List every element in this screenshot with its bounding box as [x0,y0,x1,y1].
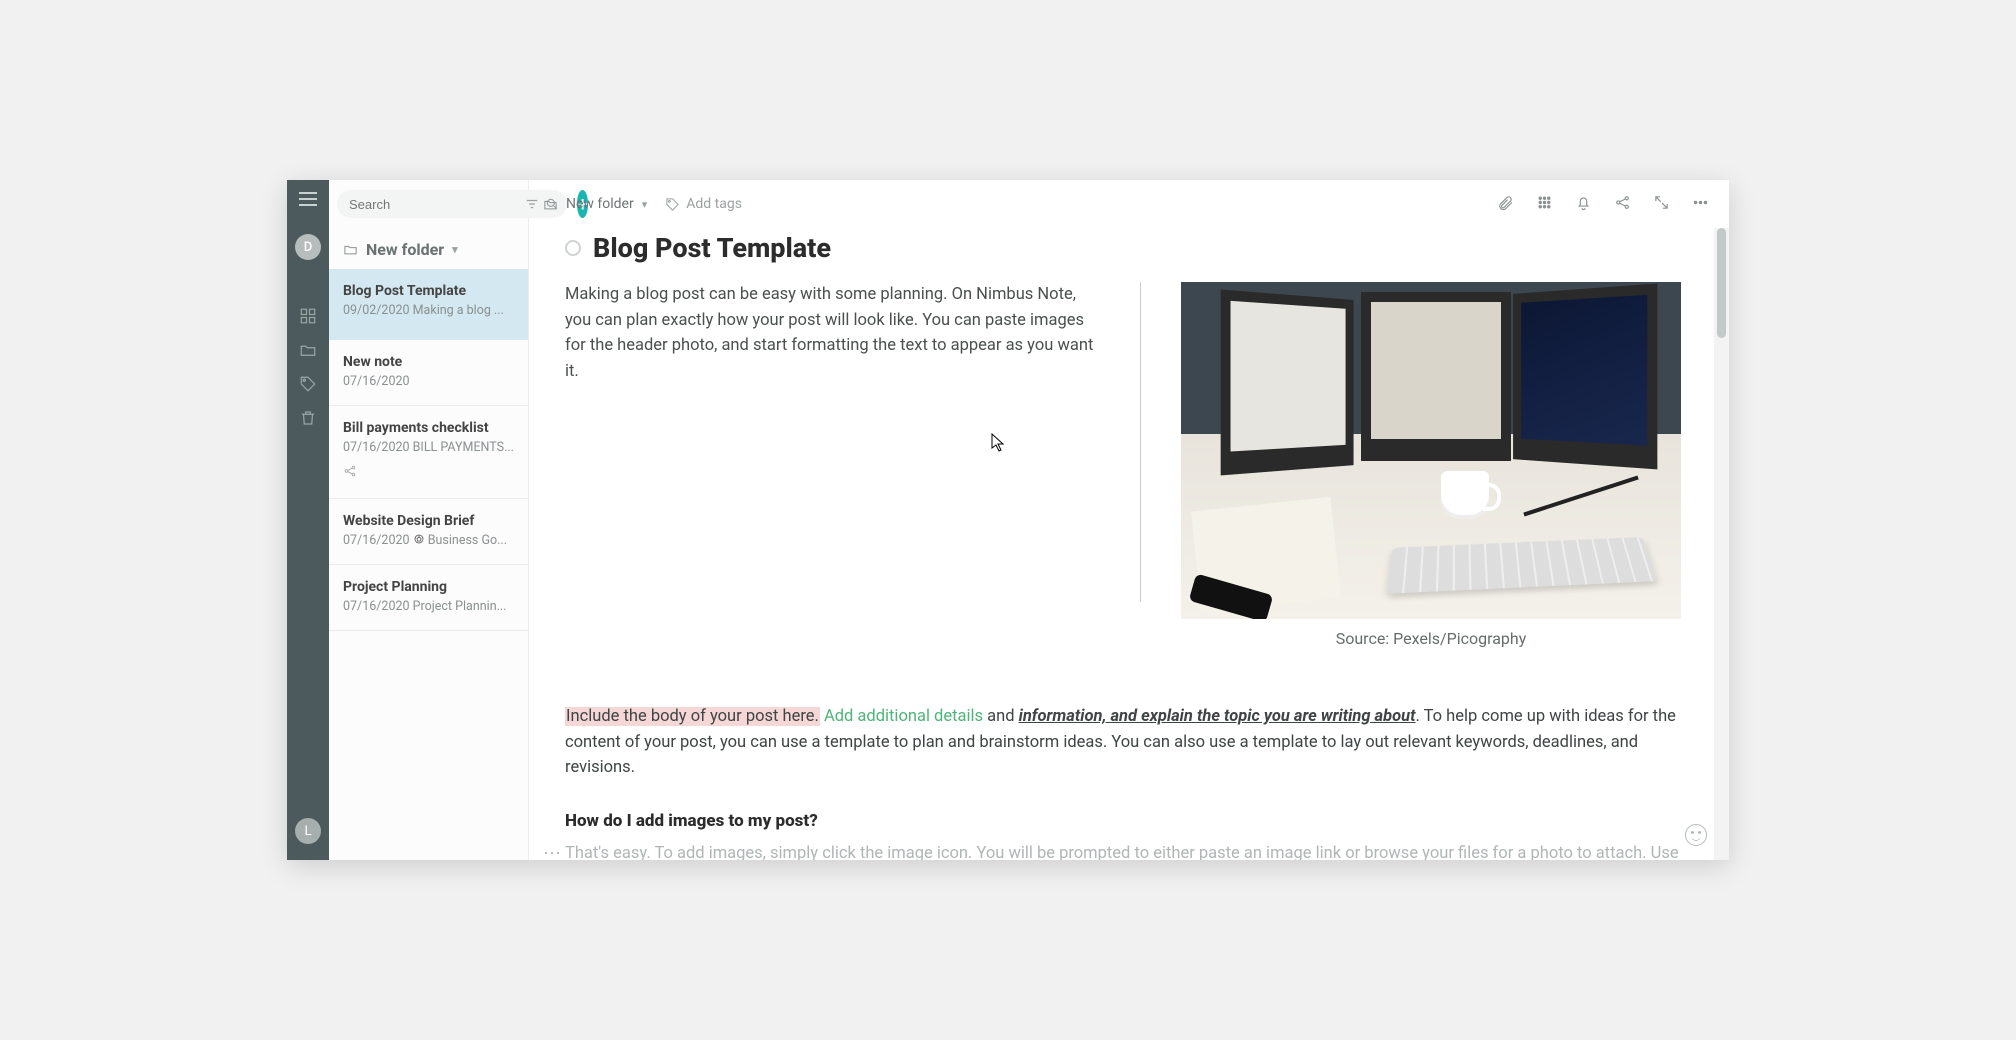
body-paragraph[interactable]: Include the body of your post here. Add … [565,704,1681,781]
drag-handle-icon[interactable]: ⋯ [543,843,563,860]
chevron-down-icon: ▾ [642,198,648,211]
editor-main: New folder ▾ Add tags Blog Post Template [529,180,1729,860]
editor-toolbar: New folder ▾ Add tags [529,180,1729,228]
faded-paragraph[interactable]: That's easy. To add images, simply click… [565,841,1681,860]
add-tags-button[interactable]: Add tags [665,196,742,212]
note-list-item[interactable]: Blog Post Template 09/02/2020 Making a b… [329,269,528,340]
document-body[interactable]: Blog Post Template Making a blog post ca… [529,228,1729,860]
notes-sidebar: + New folder ▾ Blog Post Template 09/02/… [329,180,529,860]
add-tags-label: Add tags [686,196,742,212]
breadcrumb-label: New folder [566,196,634,212]
grid-icon[interactable] [1536,194,1553,215]
note-list-item[interactable]: Project Planning 07/16/2020 Project Plan… [329,565,528,631]
shared-icon [343,463,516,482]
folder-icon[interactable] [296,338,320,362]
chevron-down-icon: ▾ [452,243,458,256]
section-heading[interactable]: How do I add images to my post? [565,811,1681,831]
hamburger-menu[interactable] [299,192,317,206]
note-meta: 07/16/2020 Business Go... [343,533,516,548]
emphasis-text: information, and explain the topic you a… [1019,707,1416,726]
note-title: New note [343,354,516,370]
dashboard-icon[interactable] [296,304,320,328]
emoji-button[interactable] [1685,824,1707,846]
note-meta: 07/16/2020 BILL PAYMENTS... [343,440,516,455]
scrollbar-thumb[interactable] [1717,228,1726,338]
share-icon[interactable] [1614,194,1631,215]
nav-rail: D L [287,180,329,860]
folder-small-icon [343,242,358,257]
page-title[interactable]: Blog Post Template [593,232,831,264]
note-list-item[interactable]: Website Design Brief 07/16/2020 Business… [329,499,528,565]
scrollbar[interactable] [1714,228,1729,860]
attachment-icon[interactable] [1497,194,1514,215]
column-separator [1140,282,1141,602]
note-meta: 07/16/2020 [343,374,516,389]
expand-icon[interactable] [1653,194,1670,215]
note-title: Blog Post Template [343,283,516,299]
trash-icon[interactable] [296,406,320,430]
highlight-green: Add additional details [820,707,983,726]
folder-name: New folder [366,240,444,259]
highlight-pink: Include the body of your post here. [565,707,820,726]
tag-icon[interactable] [296,372,320,396]
app-window: D L + New folder ▾ [287,180,1729,860]
header-image[interactable] [1181,282,1681,619]
bell-icon[interactable] [1575,194,1592,215]
tag-small-icon [665,197,680,212]
workspace-avatar[interactable]: D [295,234,321,260]
soccer-icon [413,533,425,545]
note-meta: 07/16/2020 Project Plannin... [343,599,516,614]
user-avatar[interactable]: L [295,818,321,844]
note-title: Bill payments checklist [343,420,516,436]
note-list-item[interactable]: New note 07/16/2020 [329,340,528,406]
folder-small-icon [543,197,558,212]
note-list-item[interactable]: Bill payments checklist 07/16/2020 BILL … [329,406,528,499]
more-icon[interactable] [1692,194,1709,215]
intro-paragraph[interactable]: Making a blog post can be easy with some… [565,282,1100,648]
task-checkbox[interactable] [565,240,581,256]
note-title: Website Design Brief [343,513,516,529]
breadcrumb[interactable]: New folder ▾ [543,196,647,212]
note-meta: 09/02/2020 Making a blog ... [343,303,516,318]
image-caption[interactable]: Source: Pexels/Picography [1336,629,1527,648]
note-title: Project Planning [343,579,516,595]
search-input[interactable] [349,197,525,212]
folder-selector[interactable]: New folder ▾ [329,226,528,269]
